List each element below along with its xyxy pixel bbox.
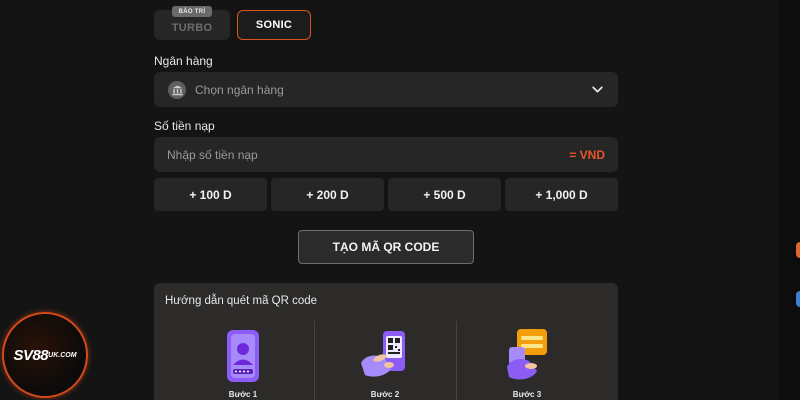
floating-blue-tab[interactable] (796, 291, 800, 307)
page-edge (778, 0, 800, 400)
amount-input[interactable] (154, 137, 534, 172)
create-qr-button[interactable]: TẠO MÃ QR CODE (298, 230, 474, 264)
maintenance-badge: BẢO TRÌ (172, 6, 212, 17)
chevron-down-icon (592, 86, 603, 93)
bank-label: Ngân hàng (154, 54, 213, 68)
tab-turbo[interactable]: BẢO TRÌ TURBO (154, 6, 230, 40)
amount-label: Số tiền nạp (154, 119, 215, 133)
quick-amount-100[interactable]: + 100 D (154, 178, 267, 211)
quick-amount-1000[interactable]: + 1,000 D (505, 178, 618, 211)
logo-domain: UK.COM (48, 351, 77, 359)
bank-placeholder: Chọn ngân hàng (195, 83, 284, 97)
phone-qr-icon (361, 331, 405, 377)
guide-title: Hướng dẫn quét mã QR code (165, 295, 318, 307)
qr-guide-panel: Hướng dẫn quét mã QR code Bước 1 Bước 2 … (154, 283, 618, 400)
sv88-logo[interactable]: SV88 UK.COM (2, 312, 88, 398)
currency-label: = VND (569, 148, 605, 162)
step-3-label: Bước 3 (512, 390, 542, 399)
step-divider (314, 321, 315, 400)
bank-select[interactable]: Chọn ngân hàng (154, 72, 618, 107)
payment-card-icon (507, 329, 547, 380)
tab-sonic[interactable]: SONIC (237, 10, 311, 40)
quick-amount-200[interactable]: + 200 D (271, 178, 384, 211)
step-divider (456, 321, 457, 400)
id-card-icon (227, 330, 259, 382)
deposit-form: BẢO TRÌ TURBO SONIC Ngân hàng Chọn ngân … (154, 0, 618, 400)
logo-text: SV88 (13, 346, 49, 364)
step-2-label: Bước 2 (370, 390, 400, 399)
quick-amount-500[interactable]: + 500 D (388, 178, 501, 211)
tab-turbo-label: TURBO (171, 22, 213, 34)
amount-field: = VND (154, 137, 618, 172)
bank-icon (168, 81, 186, 99)
tab-sonic-label: SONIC (255, 19, 293, 31)
step-1-label: Bước 1 (228, 390, 258, 399)
floating-orange-tab[interactable] (796, 242, 800, 258)
